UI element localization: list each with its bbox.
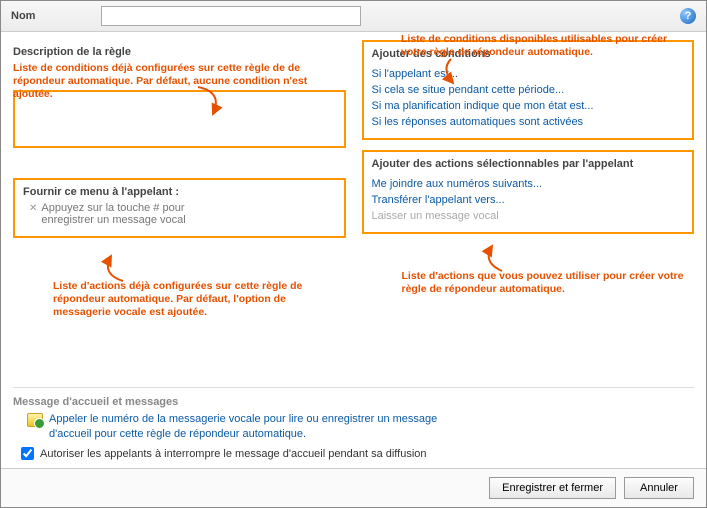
name-label: Nom bbox=[11, 10, 91, 22]
description-title: Description de la règle bbox=[13, 46, 346, 58]
greeting-title: Message d'accueil et messages bbox=[13, 396, 694, 408]
configured-conditions-box bbox=[13, 90, 346, 148]
condition-schedule-status[interactable]: Si ma planification indique que mon état… bbox=[372, 98, 685, 114]
right-column: Ajouter des conditions Si l'appelant est… bbox=[362, 40, 695, 381]
action-transfer[interactable]: Transférer l'appelant vers... bbox=[372, 192, 685, 208]
menu-item-label: Appuyez sur la touche # pour enregistrer… bbox=[41, 202, 221, 226]
cancel-button[interactable]: Annuler bbox=[624, 477, 694, 499]
action-voicemail: Laisser un message vocal bbox=[372, 208, 685, 224]
action-reach-me[interactable]: Me joindre aux numéros suivants... bbox=[372, 176, 685, 192]
add-actions-title: Ajouter des actions sélectionnables par … bbox=[372, 158, 685, 170]
add-actions-panel: Ajouter des actions sélectionnables par … bbox=[362, 150, 695, 234]
help-icon[interactable]: ? bbox=[680, 8, 696, 24]
dialog-header: Nom ? bbox=[1, 1, 706, 32]
menu-item-voicemail[interactable]: ✕ Appuyez sur la touche # pour enregistr… bbox=[23, 202, 336, 226]
add-conditions-title: Ajouter des conditions bbox=[372, 48, 685, 60]
allow-interrupt-checkbox[interactable] bbox=[21, 447, 34, 460]
annotation-actions-configured: Liste d'actions déjà configurées sur cet… bbox=[53, 280, 343, 319]
menu-title: Fournir ce menu à l'appelant : bbox=[23, 186, 336, 198]
voicemail-icon bbox=[27, 413, 43, 427]
greeting-section: Message d'accueil et messages Appeler le… bbox=[1, 390, 706, 468]
main-area: Description de la règle Liste de conditi… bbox=[1, 32, 706, 385]
remove-icon[interactable]: ✕ bbox=[29, 202, 37, 216]
divider bbox=[13, 387, 694, 388]
dialog-footer: Enregistrer et fermer Annuler bbox=[1, 468, 706, 507]
add-conditions-panel: Ajouter des conditions Si l'appelant est… bbox=[362, 40, 695, 140]
record-greeting-link[interactable]: Appeler le numéro de la messagerie vocal… bbox=[49, 412, 469, 441]
left-column: Description de la règle Liste de conditi… bbox=[13, 40, 346, 381]
condition-during-period[interactable]: Si cela se situe pendant cette période..… bbox=[372, 82, 685, 98]
condition-caller-is[interactable]: Si l'appelant est... bbox=[372, 66, 685, 82]
annotation-actions-available: Liste d'actions que vous pouvez utiliser… bbox=[402, 270, 692, 296]
name-input[interactable] bbox=[101, 6, 361, 26]
save-and-close-button[interactable]: Enregistrer et fermer bbox=[489, 477, 616, 499]
configured-actions-box: Fournir ce menu à l'appelant : ✕ Appuyez… bbox=[13, 178, 346, 238]
condition-auto-replies[interactable]: Si les réponses automatiques sont activé… bbox=[372, 114, 685, 130]
allow-interrupt-label: Autoriser les appelants à interrompre le… bbox=[40, 448, 427, 460]
